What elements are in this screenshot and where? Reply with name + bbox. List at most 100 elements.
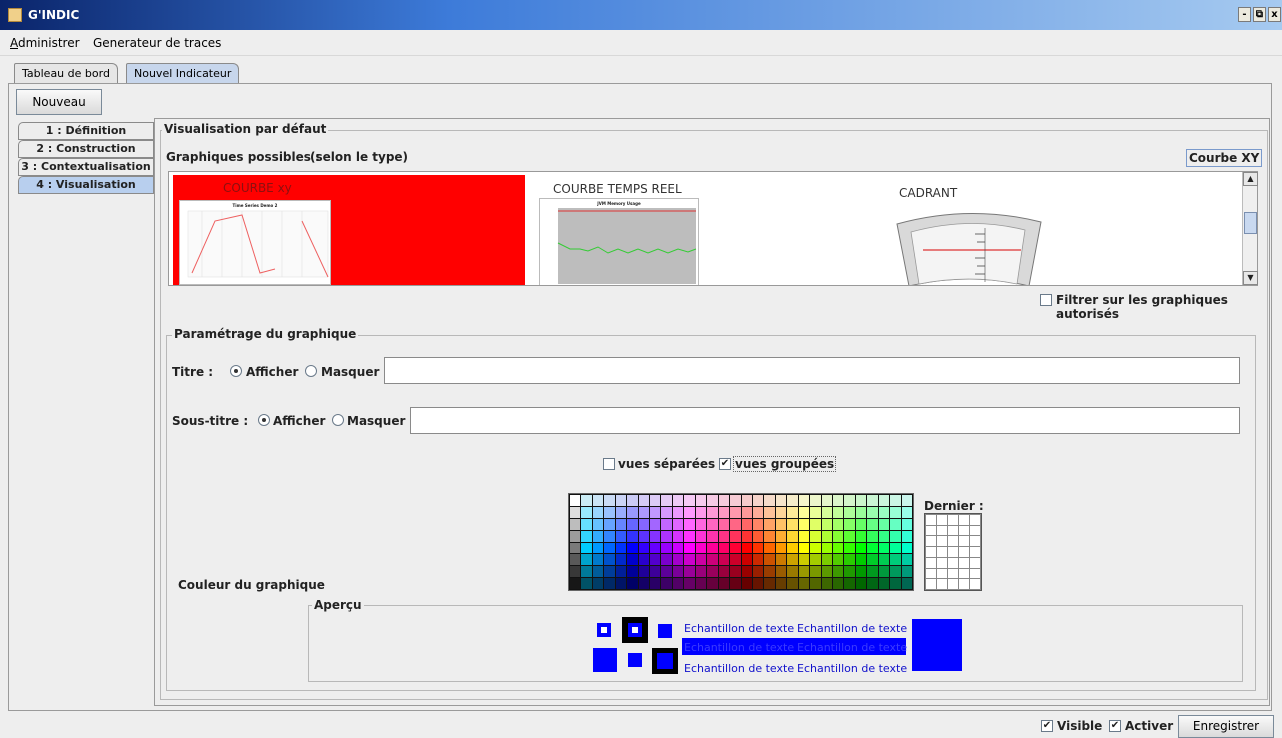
palette-swatch[interactable] [570, 578, 581, 589]
palette-swatch[interactable] [752, 542, 764, 554]
palette-swatch[interactable] [867, 542, 878, 554]
palette-swatch[interactable] [741, 542, 752, 554]
palette-swatch[interactable] [764, 506, 775, 518]
palette-swatch[interactable] [832, 542, 844, 554]
recent-swatch[interactable] [926, 547, 936, 557]
palette-swatch[interactable] [581, 518, 592, 530]
recent-swatch[interactable] [959, 525, 969, 536]
palette-swatch[interactable] [672, 506, 684, 518]
palette-swatch[interactable] [867, 530, 878, 542]
palette-swatch[interactable] [832, 506, 844, 518]
palette-swatch[interactable] [581, 554, 592, 566]
thumbnail-courbe-xy[interactable]: COURBE xy Time Series Demo 2 [173, 175, 525, 285]
palette-swatch[interactable] [787, 530, 798, 542]
palette-swatch[interactable] [730, 518, 741, 530]
palette-swatch[interactable] [661, 578, 672, 589]
palette-swatch[interactable] [832, 518, 844, 530]
palette-swatch[interactable] [604, 506, 615, 518]
palette-swatch[interactable] [821, 495, 832, 506]
palette-swatch[interactable] [650, 554, 661, 566]
recent-swatch[interactable] [948, 515, 958, 525]
palette-swatch[interactable] [684, 566, 695, 578]
palette-swatch[interactable] [638, 530, 650, 542]
palette-swatch[interactable] [901, 554, 912, 566]
recent-swatch[interactable] [959, 557, 969, 568]
palette-swatch[interactable] [855, 495, 867, 506]
palette-swatch[interactable] [695, 566, 707, 578]
palette-swatch[interactable] [718, 495, 730, 506]
palette-swatch[interactable] [901, 542, 912, 554]
recent-swatch[interactable] [959, 515, 969, 525]
palette-swatch[interactable] [707, 530, 718, 542]
palette-swatch[interactable] [718, 578, 730, 589]
palette-swatch[interactable] [878, 542, 890, 554]
palette-swatch[interactable] [707, 495, 718, 506]
minimize-icon[interactable]: - [1238, 7, 1251, 22]
palette-swatch[interactable] [821, 578, 832, 589]
step-tab-definition[interactable]: 1 : Définition [18, 122, 154, 140]
palette-swatch[interactable] [867, 566, 878, 578]
palette-swatch[interactable] [695, 506, 707, 518]
palette-swatch[interactable] [684, 506, 695, 518]
palette-swatch[interactable] [695, 542, 707, 554]
palette-swatch[interactable] [844, 506, 855, 518]
palette-swatch[interactable] [890, 506, 901, 518]
palette-swatch[interactable] [741, 566, 752, 578]
step-tab-contextualisation[interactable]: 3 : Contextualisation [18, 158, 154, 176]
palette-swatch[interactable] [741, 554, 752, 566]
palette-swatch[interactable] [604, 518, 615, 530]
palette-swatch[interactable] [821, 542, 832, 554]
recent-swatch[interactable] [948, 525, 958, 536]
gallery-scrollbar[interactable]: ▲ ▼ [1242, 172, 1258, 285]
palette-swatch[interactable] [844, 566, 855, 578]
palette-swatch[interactable] [890, 530, 901, 542]
palette-swatch[interactable] [878, 578, 890, 589]
palette-swatch[interactable] [730, 530, 741, 542]
palette-swatch[interactable] [787, 518, 798, 530]
palette-swatch[interactable] [570, 542, 581, 554]
palette-swatch[interactable] [592, 542, 604, 554]
palette-swatch[interactable] [867, 495, 878, 506]
recent-swatch[interactable] [937, 525, 947, 536]
vues-groupees-checkbox[interactable]: ✔ [719, 458, 731, 470]
sous-titre-masquer-radio[interactable] [332, 414, 344, 426]
palette-swatch[interactable] [592, 566, 604, 578]
palette-swatch[interactable] [627, 530, 638, 542]
palette-swatch[interactable] [810, 506, 821, 518]
recent-swatch[interactable] [970, 525, 980, 536]
palette-swatch[interactable] [592, 578, 604, 589]
palette-swatch[interactable] [615, 506, 627, 518]
palette-swatch[interactable] [570, 566, 581, 578]
palette-swatch[interactable] [901, 506, 912, 518]
scroll-up-icon[interactable]: ▲ [1243, 172, 1258, 186]
palette-swatch[interactable] [592, 518, 604, 530]
palette-swatch[interactable] [718, 530, 730, 542]
palette-swatch[interactable] [581, 495, 592, 506]
palette-swatch[interactable] [810, 566, 821, 578]
palette-swatch[interactable] [867, 578, 878, 589]
recent-swatch[interactable] [937, 515, 947, 525]
restore-icon[interactable]: ⧉ [1253, 7, 1266, 22]
palette-swatch[interactable] [604, 578, 615, 589]
palette-swatch[interactable] [775, 495, 787, 506]
palette-swatch[interactable] [798, 578, 810, 589]
palette-swatch[interactable] [638, 554, 650, 566]
palette-swatch[interactable] [810, 578, 821, 589]
palette-swatch[interactable] [844, 554, 855, 566]
palette-swatch[interactable] [684, 542, 695, 554]
palette-swatch[interactable] [638, 578, 650, 589]
palette-swatch[interactable] [752, 578, 764, 589]
palette-swatch[interactable] [604, 495, 615, 506]
palette-swatch[interactable] [855, 506, 867, 518]
palette-swatch[interactable] [855, 530, 867, 542]
palette-swatch[interactable] [707, 554, 718, 566]
palette-swatch[interactable] [661, 530, 672, 542]
palette-swatch[interactable] [855, 554, 867, 566]
palette-swatch[interactable] [867, 518, 878, 530]
palette-swatch[interactable] [730, 542, 741, 554]
palette-swatch[interactable] [604, 530, 615, 542]
tab-nouvel-indicateur[interactable]: Nouvel Indicateur [126, 63, 240, 83]
palette-swatch[interactable] [718, 518, 730, 530]
palette-swatch[interactable] [844, 542, 855, 554]
palette-swatch[interactable] [684, 554, 695, 566]
